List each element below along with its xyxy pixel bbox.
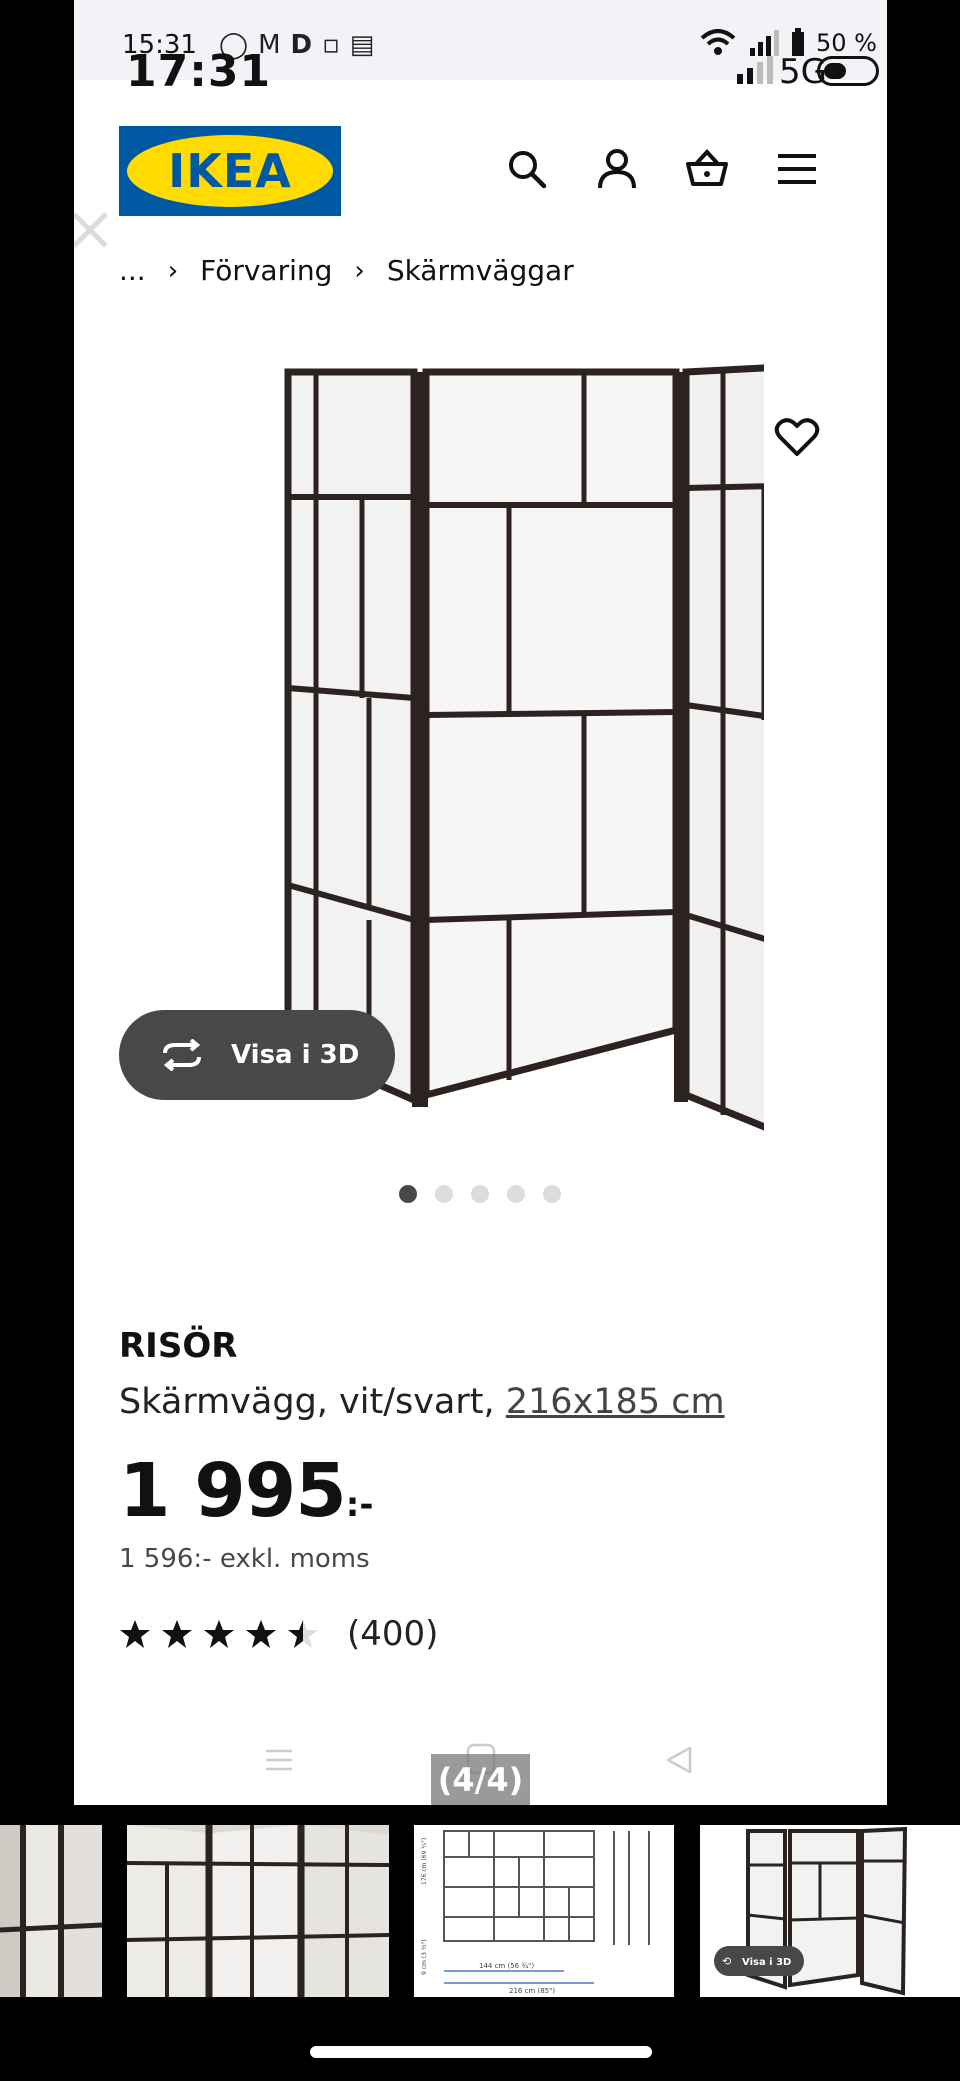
star-icon bbox=[204, 1620, 234, 1648]
ikea-logo[interactable]: IKEA bbox=[119, 126, 341, 216]
product-type: Skärmvägg, vit/svart, bbox=[119, 1382, 495, 1422]
back-icon[interactable] bbox=[664, 1745, 694, 1775]
carousel-dot[interactable] bbox=[435, 1185, 453, 1203]
favorite-heart-icon[interactable] bbox=[774, 416, 820, 458]
rating-count: (400) bbox=[347, 1614, 439, 1654]
star-icon bbox=[120, 1620, 150, 1648]
product-description: Skärmvägg, vit/svart, 216x185 cm bbox=[119, 1382, 725, 1422]
thumbnail-1[interactable] bbox=[0, 1825, 102, 1997]
dim-label-foot: 9 cm (3 ½") bbox=[421, 1939, 428, 1975]
product-price: 1 995 :- bbox=[119, 1448, 373, 1534]
breadcrumb: ... › Förvaring › Skärmväggar bbox=[119, 254, 574, 287]
carousel-dot[interactable] bbox=[399, 1185, 417, 1203]
star-icon bbox=[288, 1620, 318, 1648]
thumbnail-strip: 176 cm (69 ¼") 9 cm (3 ½") 144 cm (56 ¾"… bbox=[0, 1825, 960, 1997]
product-dimensions-link[interactable]: 216x185 cm bbox=[506, 1382, 725, 1422]
signal-icon bbox=[750, 30, 780, 56]
search-icon[interactable] bbox=[504, 146, 550, 192]
thumb-rotate-icon: ⟲ bbox=[722, 1955, 731, 1968]
d-app-icon: D bbox=[290, 30, 313, 60]
view-3d-label: Visa i 3D bbox=[231, 1040, 360, 1070]
view-3d-button[interactable]: Visa i 3D bbox=[119, 1010, 395, 1100]
account-icon[interactable] bbox=[594, 146, 640, 192]
home-indicator[interactable] bbox=[310, 2046, 652, 2058]
logo-text: IKEA bbox=[168, 144, 292, 198]
carousel-dot[interactable] bbox=[471, 1185, 489, 1203]
breadcrumb-item-forvaring[interactable]: Förvaring bbox=[200, 254, 332, 287]
thumb-view-3d-label: Visa i 3D bbox=[742, 1957, 791, 1968]
thumbnail-4[interactable]: Visa i 3D ⟲ bbox=[700, 1825, 960, 1997]
star-icon bbox=[162, 1620, 192, 1648]
carousel-dots bbox=[399, 1185, 561, 1203]
carousel-dot[interactable] bbox=[543, 1185, 561, 1203]
calendar-icon: ▤ bbox=[349, 30, 375, 60]
product-rating[interactable]: (400) bbox=[119, 1614, 438, 1654]
recent-apps-icon[interactable] bbox=[264, 1745, 294, 1775]
breadcrumb-separator: › bbox=[167, 255, 179, 286]
thumbnail-3-dimensions[interactable]: 176 cm (69 ¼") 9 cm (3 ½") 144 cm (56 ¾"… bbox=[414, 1825, 674, 1997]
basket-icon[interactable] bbox=[684, 146, 730, 192]
dim-label-height: 176 cm (69 ¼") bbox=[421, 1838, 428, 1885]
rotate-3d-icon bbox=[163, 1039, 201, 1071]
status-time-large: 17:31 bbox=[126, 46, 272, 97]
product-name: RISÖR bbox=[119, 1326, 238, 1366]
app-icon: ▫ bbox=[322, 30, 340, 60]
battery-icon bbox=[817, 56, 879, 86]
breadcrumb-item-skarmvaggar[interactable]: Skärmväggar bbox=[387, 254, 574, 287]
menu-icon[interactable] bbox=[774, 146, 820, 192]
carousel-dot[interactable] bbox=[507, 1185, 525, 1203]
dim-label-width: 216 cm (85") bbox=[509, 1987, 555, 1995]
price-value: 1 995 bbox=[119, 1448, 347, 1534]
wifi-icon bbox=[700, 29, 736, 55]
close-icon[interactable] bbox=[74, 206, 114, 254]
star-icon bbox=[246, 1620, 276, 1648]
price-suffix: :- bbox=[345, 1485, 374, 1525]
breadcrumb-ellipsis[interactable]: ... bbox=[119, 254, 146, 287]
rating-stars bbox=[119, 1618, 319, 1650]
app-screen: 15:31 ◯ M D ▫ ▤ 50 % 17:31 5G IKEA ... ›… bbox=[74, 0, 887, 1805]
breadcrumb-separator: › bbox=[354, 255, 365, 286]
thumbnail-2[interactable] bbox=[127, 1825, 389, 1997]
signal-secondary-icon bbox=[737, 56, 773, 84]
dim-label-panel: 144 cm (56 ¾") bbox=[479, 1962, 534, 1970]
price-ex-vat: 1 596:- exkl. moms bbox=[119, 1544, 370, 1574]
image-page-indicator: (4/4) bbox=[431, 1754, 530, 1805]
